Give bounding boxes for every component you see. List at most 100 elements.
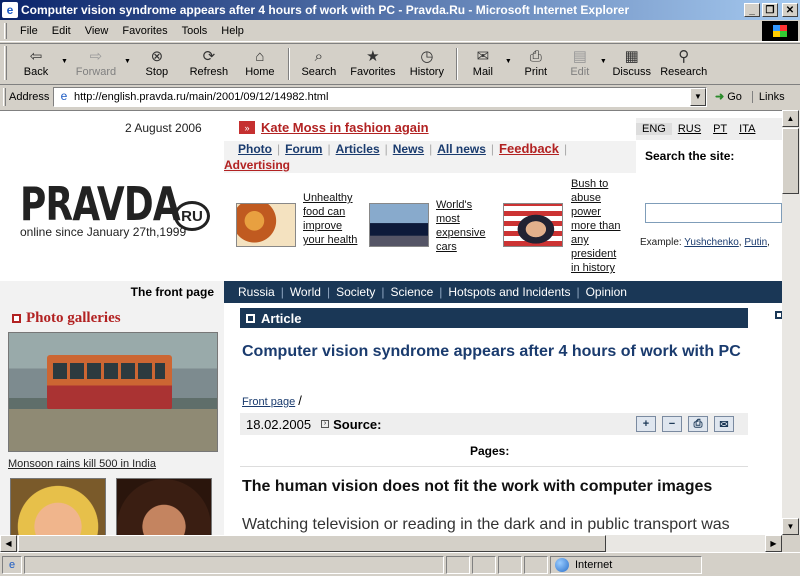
nav-advertising[interactable]: Advertising xyxy=(224,158,290,172)
nav-separator: | xyxy=(384,142,388,156)
back-dropdown-icon[interactable]: ▼ xyxy=(61,58,68,65)
lang-pt[interactable]: PT xyxy=(707,123,733,135)
refresh-button[interactable]: ⟳ Refresh xyxy=(183,46,235,82)
horizontal-scrollbar[interactable]: ◀ ▶ xyxy=(0,535,782,552)
discuss-button[interactable]: ▦ Discuss xyxy=(607,46,657,82)
menu-favorites[interactable]: Favorites xyxy=(115,25,174,37)
standard-toolbar: ⇦ Back ▼ ⇨ Forward ▼ ⊗ Stop ⟳ Refresh ⌂ … xyxy=(0,43,800,83)
menu-edit[interactable]: Edit xyxy=(45,25,78,37)
nav-separator: | xyxy=(429,142,433,156)
vertical-scrollbar[interactable]: ▲ ▼ xyxy=(782,110,800,535)
pravda-logo[interactable]: PRAVDA xyxy=(20,177,181,231)
research-button[interactable]: ⚲ Research xyxy=(657,46,711,82)
menu-tools[interactable]: Tools xyxy=(175,25,215,37)
section-opinion[interactable]: Opinion xyxy=(586,285,627,299)
globe-icon xyxy=(555,557,569,572)
edit-button[interactable]: ▤ Edit xyxy=(560,46,600,82)
search-button[interactable]: ⌕ Search xyxy=(293,46,345,82)
email-icon[interactable]: ✉ xyxy=(714,416,734,432)
print-button[interactable]: ⎙ Print xyxy=(512,46,560,82)
section-hotspots[interactable]: Hotspots and Incidents xyxy=(448,285,570,299)
section-society[interactable]: Society xyxy=(336,285,375,299)
nav-articles[interactable]: Articles xyxy=(336,142,380,156)
nav-all-news[interactable]: All news xyxy=(437,142,486,156)
section-separator: | xyxy=(280,285,284,299)
scroll-down-icon[interactable]: ▼ xyxy=(782,518,799,535)
history-button[interactable]: ◷ History xyxy=(401,46,453,82)
back-button[interactable]: ⇦ Back xyxy=(11,46,61,82)
mail-label: Mail xyxy=(472,66,493,78)
photo-galleries-heading[interactable]: Photo galleries xyxy=(12,310,121,327)
maximize-button[interactable]: ❐ xyxy=(762,3,778,17)
zone-label: Internet xyxy=(575,558,613,571)
nav-forum[interactable]: Forum xyxy=(285,142,322,156)
section-world[interactable]: World xyxy=(290,285,321,299)
home-label: Home xyxy=(245,66,275,78)
minimize-button[interactable]: _ xyxy=(744,3,760,17)
go-button[interactable]: ➜ Go xyxy=(715,90,742,104)
address-dropdown-icon[interactable]: ▼ xyxy=(690,87,706,106)
section-russia[interactable]: Russia xyxy=(238,285,275,299)
links-button[interactable]: Links xyxy=(751,90,785,103)
address-field[interactable]: e ▼ xyxy=(53,86,707,107)
lang-rus[interactable]: RUS xyxy=(672,123,707,135)
mail-button[interactable]: ✉ Mail xyxy=(461,46,505,82)
article-title: Computer vision syndrome appears after 4… xyxy=(242,343,741,360)
nav-photo[interactable]: Photo xyxy=(238,142,272,156)
feature-cars-link[interactable]: World's most expensive cars xyxy=(436,198,496,254)
horizontal-scroll-thumb[interactable] xyxy=(18,535,606,552)
food-thumbnail[interactable] xyxy=(236,203,296,247)
feature-food-link[interactable]: Unhealthy food can improve your health xyxy=(303,191,363,247)
menu-view[interactable]: View xyxy=(78,25,116,37)
home-button[interactable]: ⌂ Home xyxy=(235,46,285,82)
gallery-thumb-1[interactable] xyxy=(10,478,106,535)
example-link-putin[interactable]: Putin xyxy=(744,237,767,248)
close-button[interactable]: ✕ xyxy=(782,3,798,17)
decrease-font-icon[interactable]: − xyxy=(662,416,682,432)
front-page-label[interactable]: The front page xyxy=(0,281,224,303)
example-link-yushchenko[interactable]: Yushchenko xyxy=(684,237,739,248)
scroll-up-icon[interactable]: ▲ xyxy=(782,110,799,127)
breadcrumb-front-page[interactable]: Front page xyxy=(242,396,295,408)
ie-icon: e xyxy=(2,2,18,18)
stop-button[interactable]: ⊗ Stop xyxy=(131,46,183,82)
increase-font-icon[interactable]: + xyxy=(636,416,656,432)
vertical-scroll-thumb[interactable] xyxy=(782,128,799,194)
site-search-input[interactable] xyxy=(645,203,782,223)
address-bar: Address e ▼ ➜ Go Links xyxy=(0,84,800,108)
forward-dropdown-icon[interactable]: ▼ xyxy=(124,58,131,65)
favorites-icon: ★ xyxy=(366,48,380,65)
nav-feedback[interactable]: Feedback xyxy=(499,141,559,156)
edit-dropdown-icon[interactable]: ▼ xyxy=(600,58,607,65)
address-label: Address xyxy=(9,90,50,103)
mail-dropdown-icon[interactable]: ▼ xyxy=(505,58,512,65)
status-message xyxy=(24,555,444,574)
gallery-thumb-2[interactable] xyxy=(116,478,212,535)
toolbar-separator xyxy=(287,48,290,80)
lang-ita[interactable]: ITA xyxy=(733,123,761,135)
favorites-button[interactable]: ★ Favorites xyxy=(345,46,401,82)
stop-icon: ⊗ xyxy=(150,48,164,65)
section-science[interactable]: Science xyxy=(391,285,434,299)
article-header-bar: Article xyxy=(240,308,748,328)
monsoon-photo[interactable] xyxy=(8,332,218,452)
cars-thumbnail[interactable] xyxy=(369,203,429,247)
flood-water-shape xyxy=(9,409,217,451)
scroll-left-icon[interactable]: ◀ xyxy=(0,535,17,552)
nav-news[interactable]: News xyxy=(393,142,424,156)
top-headline-link[interactable]: Kate Moss in fashion again xyxy=(261,120,429,135)
lang-eng[interactable]: ENG xyxy=(636,123,672,135)
feature-bush-link[interactable]: Bush to abuse power more than any presid… xyxy=(571,177,623,275)
section-separator: | xyxy=(326,285,331,299)
scrollbar-corner xyxy=(782,535,800,552)
menu-help[interactable]: Help xyxy=(214,25,251,37)
address-input[interactable] xyxy=(74,88,690,105)
address-grip xyxy=(3,87,6,106)
bush-thumbnail[interactable] xyxy=(503,203,563,247)
photo-caption-link[interactable]: Monsoon rains kill 500 in India xyxy=(8,458,156,470)
menu-file[interactable]: File xyxy=(13,25,45,37)
print-icon[interactable]: ⎙ xyxy=(688,416,708,432)
scroll-right-icon[interactable]: ▶ xyxy=(765,535,782,552)
forward-button[interactable]: ⇨ Forward xyxy=(68,46,124,82)
nav-separator: | xyxy=(327,142,331,156)
